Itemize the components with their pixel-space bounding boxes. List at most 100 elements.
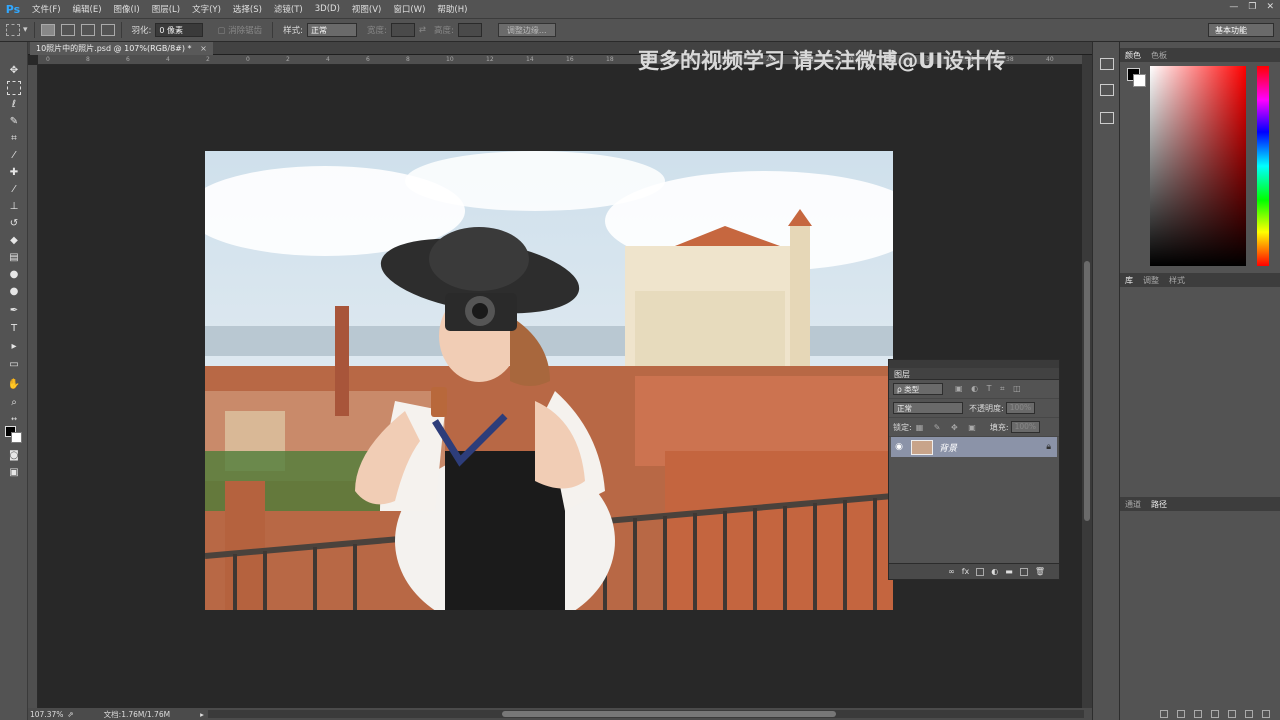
eraser-tool-icon[interactable]: ◆	[7, 234, 21, 248]
marquee-preset-icon[interactable]	[6, 24, 20, 36]
properties-panel-icon[interactable]	[1100, 84, 1114, 96]
new-selection-icon[interactable]	[40, 24, 55, 36]
stroke-path-icon[interactable]	[1177, 710, 1185, 718]
eyedropper-tool-icon[interactable]: ⁄	[7, 149, 21, 163]
vertical-scrollbar[interactable]	[1082, 55, 1092, 708]
tab-paths[interactable]: 路径	[1146, 499, 1172, 510]
menu-3d[interactable]: 3D(D)	[309, 4, 346, 14]
group-icon[interactable]: ▬	[1005, 567, 1013, 576]
tab-libraries[interactable]: 库	[1120, 275, 1138, 286]
pen-tool-icon[interactable]: ✒	[7, 304, 21, 318]
layers-panel-titlebar[interactable]	[889, 360, 1059, 368]
link-icon[interactable]: ∞	[948, 567, 955, 576]
fill-path-icon[interactable]	[1160, 710, 1168, 718]
subtract-selection-icon[interactable]	[80, 24, 95, 36]
width-input[interactable]	[390, 23, 415, 37]
menu-layer[interactable]: 图层(L)	[146, 3, 186, 15]
layer-filter-select[interactable]: ρ 类型	[893, 383, 943, 395]
tab-adjustments[interactable]: 调整	[1138, 275, 1164, 286]
minimize-icon[interactable]: —	[1229, 2, 1238, 12]
new-layer-icon[interactable]	[1019, 567, 1028, 576]
canvas-image[interactable]	[205, 151, 893, 610]
screen-mode-icon[interactable]: ▣	[7, 466, 21, 480]
zoom-tool-icon[interactable]: ⌕	[7, 396, 21, 410]
menu-image[interactable]: 图像(I)	[108, 3, 146, 15]
chevron-down-icon[interactable]: ▾	[23, 25, 28, 35]
delete-path-icon[interactable]	[1262, 710, 1270, 718]
close-icon[interactable]: ✕	[1266, 2, 1274, 12]
horizontal-scroll-thumb[interactable]	[502, 711, 836, 717]
fill-input[interactable]: 100%	[1010, 421, 1041, 433]
adjustment-icon[interactable]: ◐	[991, 567, 998, 576]
antialias-checkbox[interactable]: ▢ 消除锯齿	[217, 24, 262, 36]
restore-icon[interactable]: ❐	[1248, 2, 1256, 12]
load-selection-icon[interactable]	[1194, 710, 1202, 718]
document-tab[interactable]: 10照片中的照片.psd @ 107%(RGB/8#) * ×	[30, 42, 213, 55]
height-input[interactable]	[457, 23, 482, 37]
eye-icon[interactable]: ◉	[891, 442, 907, 452]
marquee-tool-icon[interactable]	[7, 81, 21, 95]
crop-tool-icon[interactable]: ⌗	[7, 132, 21, 146]
intersect-selection-icon[interactable]	[100, 24, 115, 36]
new-path-icon[interactable]	[1245, 710, 1253, 718]
make-path-icon[interactable]	[1211, 710, 1219, 718]
hue-slider[interactable]	[1257, 66, 1269, 266]
status-menu-icon[interactable]: ▸	[200, 710, 204, 719]
dodge-tool-icon[interactable]: ●	[7, 285, 21, 299]
healing-brush-tool-icon[interactable]: ✚	[7, 166, 21, 180]
menu-view[interactable]: 视图(V)	[346, 3, 387, 15]
rectangle-tool-icon[interactable]: ▭	[7, 358, 21, 372]
history-panel-icon[interactable]	[1100, 58, 1114, 70]
menu-help[interactable]: 帮助(H)	[431, 3, 473, 15]
gradient-tool-icon[interactable]: ▤	[7, 251, 21, 265]
refine-edge-button[interactable]: 调整边缘...	[497, 23, 556, 37]
mask-icon[interactable]	[976, 567, 985, 576]
menu-edit[interactable]: 编辑(E)	[67, 3, 108, 15]
quick-select-tool-icon[interactable]: ✎	[7, 115, 21, 129]
opacity-input[interactable]: 100%	[1005, 402, 1036, 414]
tab-channels[interactable]: 通道	[1120, 499, 1146, 510]
tab-color[interactable]: 颜色	[1120, 50, 1146, 61]
trash-icon[interactable]: 🗑︎	[1035, 567, 1045, 576]
blur-tool-icon[interactable]: ●	[7, 268, 21, 282]
tab-layers[interactable]: 图层	[889, 368, 1059, 380]
horizontal-scrollbar[interactable]	[208, 710, 1084, 718]
zoom-level[interactable]: 107.37%	[30, 710, 63, 719]
type-tool-icon[interactable]: T	[7, 322, 21, 336]
menu-type[interactable]: 文字(Y)	[186, 3, 227, 15]
add-mask-icon[interactable]	[1228, 710, 1236, 718]
style-select[interactable]: 正常	[307, 23, 358, 37]
filter-icons[interactable]: ▣ ◐ T ⌗ ◫	[955, 384, 1024, 394]
fx-icon[interactable]: fx	[962, 567, 970, 576]
quick-mask-icon[interactable]: ◙	[7, 449, 21, 463]
menu-window[interactable]: 窗口(W)	[387, 3, 431, 15]
background-color-swatch[interactable]	[11, 432, 22, 443]
move-tool-icon[interactable]: ✥	[7, 64, 21, 78]
menu-filter[interactable]: 滤镜(T)	[268, 3, 309, 15]
color-panel-background-swatch[interactable]	[1133, 74, 1146, 87]
menu-file[interactable]: 文件(F)	[26, 3, 67, 15]
feather-input[interactable]: 0 像素	[155, 23, 204, 37]
lasso-tool-icon[interactable]: ℓ	[7, 98, 21, 112]
workspace-select[interactable]: 基本功能	[1208, 23, 1274, 37]
brush-tool-icon[interactable]: ⁄	[7, 183, 21, 197]
blend-mode-select[interactable]: 正常	[893, 402, 963, 414]
tab-styles[interactable]: 样式	[1164, 275, 1190, 286]
swap-icon[interactable]: ⇄	[419, 25, 426, 35]
hand-tool-icon[interactable]: ✋	[7, 378, 21, 392]
layer-name[interactable]: 背景	[939, 441, 957, 454]
swap-colors-icon[interactable]: ↔	[7, 412, 21, 426]
vertical-scroll-thumb[interactable]	[1084, 261, 1090, 521]
layer-row-background[interactable]: ◉ 背景 🔒︎	[891, 437, 1057, 457]
close-tab-icon[interactable]: ×	[200, 44, 207, 53]
add-selection-icon[interactable]	[60, 24, 75, 36]
menu-select[interactable]: 选择(S)	[227, 3, 268, 15]
history-brush-tool-icon[interactable]: ↺	[7, 217, 21, 231]
lock-icons[interactable]: ▦ ✎ ✥ ▣	[916, 423, 980, 432]
tab-swatches[interactable]: 色板	[1146, 50, 1172, 61]
share-icon[interactable]: ⇗	[67, 710, 73, 719]
paragraph-panel-icon[interactable]	[1100, 112, 1114, 124]
clone-stamp-tool-icon[interactable]: ⊥	[7, 200, 21, 214]
color-field[interactable]	[1150, 66, 1246, 266]
path-select-tool-icon[interactable]: ▸	[7, 340, 21, 354]
